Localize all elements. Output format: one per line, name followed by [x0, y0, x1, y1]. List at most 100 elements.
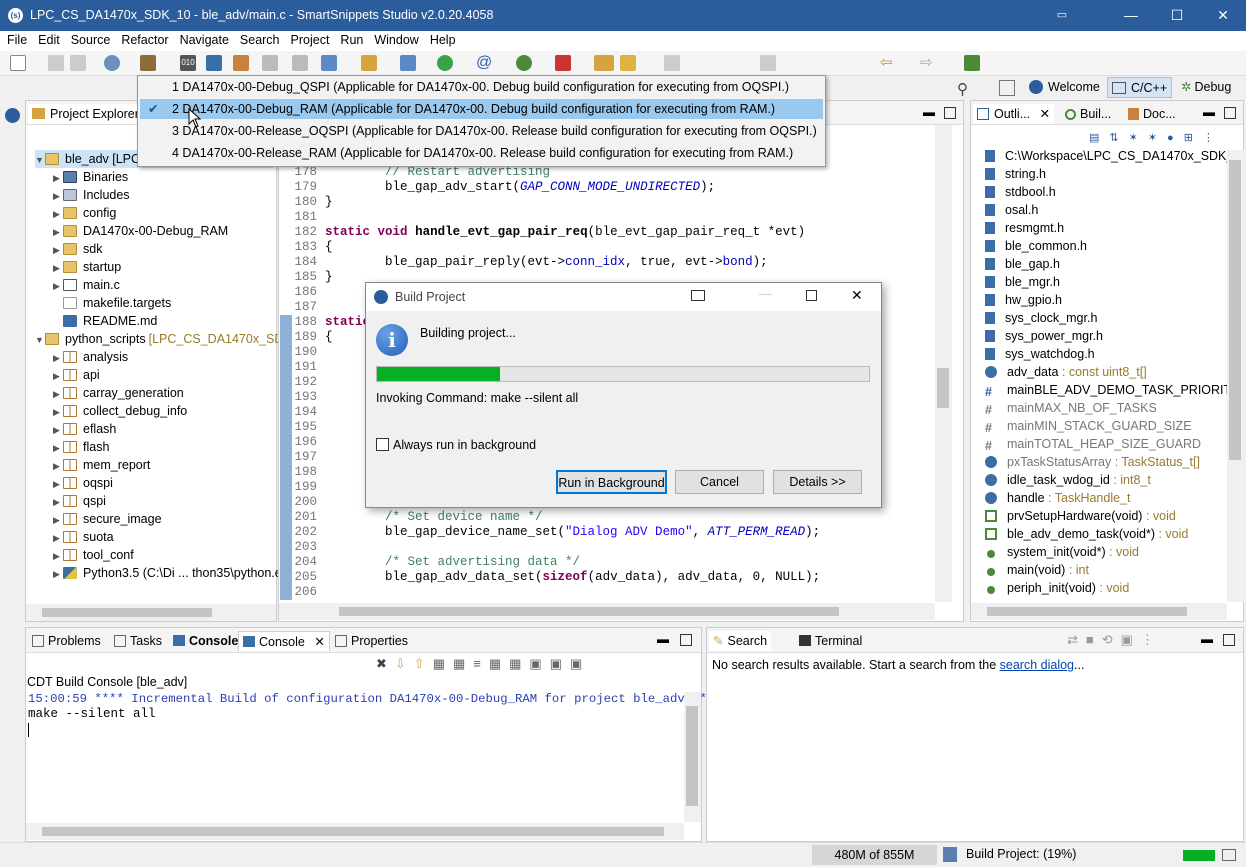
outline-vscroll[interactable]: [1227, 150, 1244, 602]
code-line[interactable]: ble_gap_pair_reply(evt->conn_idx, true, …: [325, 255, 768, 269]
code-line[interactable]: ble_gap_adv_start(GAP_CONN_MODE_UNDIRECT…: [325, 180, 715, 194]
code-line[interactable]: }: [325, 195, 333, 209]
run-icon[interactable]: [437, 55, 453, 71]
tree-item-python-scripts[interactable]: ▼ python_scripts [LPC_CS_DA1470x_SDK_: [35, 330, 299, 348]
side-welcome-icon[interactable]: [5, 108, 20, 123]
debug-tool-icon[interactable]: [262, 55, 278, 71]
console-icon[interactable]: [206, 55, 222, 71]
new-folder-icon[interactable]: [361, 55, 377, 71]
menu-help[interactable]: Help: [423, 31, 460, 47]
outline-item[interactable]: handle : TaskHandle_t: [985, 489, 1130, 507]
outline-item[interactable]: periph_init(void) : void: [985, 579, 1129, 597]
open-perspective-icon[interactable]: [999, 80, 1015, 96]
heap-status[interactable]: 480M of 855M: [812, 845, 937, 865]
menu-source[interactable]: Source: [64, 31, 115, 47]
tree-item-collect-debug-info[interactable]: ▶ collect_debug_info: [53, 402, 187, 420]
tree-item-binaries[interactable]: ▶ Binaries: [53, 168, 128, 186]
outline-hscroll-thumb[interactable]: [987, 607, 1187, 616]
tree-item-tool-conf[interactable]: ▶ tool_conf: [53, 546, 134, 564]
menu-run[interactable]: Run: [333, 31, 367, 47]
stop-icon[interactable]: [555, 55, 571, 71]
outline-item[interactable]: ble_common.h: [985, 237, 1087, 255]
search-maximize-icon[interactable]: [1223, 634, 1235, 646]
expand-arrow-icon[interactable]: ▶: [53, 421, 63, 439]
expand-arrow-icon[interactable]: ▶: [53, 511, 63, 529]
expand-arrow-icon[interactable]: ▶: [53, 547, 63, 565]
collapse-arrow-icon[interactable]: ▼: [35, 151, 45, 169]
collapse-arrow-icon[interactable]: ▼: [35, 331, 45, 349]
outline-item[interactable]: ble_adv_demo_task(void*) : void: [985, 525, 1188, 543]
tab-console-2[interactable]: Console ✕: [238, 631, 330, 651]
code-line[interactable]: }: [325, 270, 333, 284]
tree-item-flash[interactable]: ▶ flash: [53, 438, 109, 456]
tab-search[interactable]: ✎ Search: [709, 631, 772, 651]
gc-trash-icon[interactable]: [943, 847, 957, 862]
tool-icon[interactable]: [292, 55, 308, 71]
code-line[interactable]: {: [325, 330, 333, 344]
editor-hscroll-thumb[interactable]: [339, 607, 839, 616]
expand-arrow-icon[interactable]: ▶: [53, 565, 63, 583]
save-all-icon[interactable]: [70, 55, 86, 71]
console-hscroll-thumb[interactable]: [42, 827, 664, 836]
tree-item-secure-image[interactable]: ▶ secure_image: [53, 510, 162, 528]
outline-item[interactable]: sys_power_mgr.h: [985, 327, 1103, 345]
editor-hscroll[interactable]: [279, 603, 935, 620]
tree-item-analysis[interactable]: ▶ analysis: [53, 348, 128, 366]
outline-item[interactable]: stdbool.h: [985, 183, 1056, 201]
pin-editor-icon[interactable]: [964, 55, 980, 71]
clear-console-icon[interactable]: ✖: [376, 656, 395, 671]
code-line[interactable]: {: [325, 240, 333, 254]
tab-console-1[interactable]: Console: [169, 631, 242, 651]
code-line[interactable]: /* Set advertising data */: [325, 555, 580, 569]
tree-item-sdk[interactable]: ▶ sdk: [53, 240, 102, 258]
menu-refactor[interactable]: Refactor: [114, 31, 172, 47]
outline-item[interactable]: # mainTOTAL_HEAP_SIZE_GUARD: [985, 435, 1201, 453]
outline-item[interactable]: prvSetupHardware(void) : void: [985, 507, 1176, 525]
tree-item-api[interactable]: ▶ api: [53, 366, 100, 384]
project-explorer-hscroll-thumb[interactable]: [42, 608, 212, 617]
code-line[interactable]: // Restart advertising: [325, 165, 550, 179]
expand-arrow-icon[interactable]: ▶: [53, 241, 63, 259]
menu-search[interactable]: Search: [233, 31, 284, 47]
expand-arrow-icon[interactable]: ▶: [53, 349, 63, 367]
outline-maximize-icon[interactable]: [1224, 107, 1236, 119]
code-line[interactable]: /* Set device name */: [325, 510, 543, 524]
tree-item-python3-5-c-di-thon35-python-e[interactable]: ▶ Python3.5 (C:\Di ... thon35\python.e: [53, 564, 282, 582]
menu-project[interactable]: Project: [284, 31, 334, 47]
outline-item[interactable]: # mainBLE_ADV_DEMO_TASK_PRIORITY: [985, 381, 1239, 399]
outline-item[interactable]: # mainMAX_NB_OF_TASKS: [985, 399, 1157, 417]
new-icon[interactable]: [10, 55, 26, 71]
tab-tasks[interactable]: Tasks: [110, 631, 166, 651]
expand-arrow-icon[interactable]: ▶: [53, 493, 63, 511]
console-close-icon[interactable]: ✕: [314, 635, 324, 649]
details-button[interactable]: Details >>: [773, 470, 862, 494]
search-toolbar[interactable]: ⇄■⟲▣⋮: [1067, 632, 1162, 648]
perspective-welcome[interactable]: Welcome: [1025, 77, 1104, 98]
tree-item-mem-report[interactable]: ▶ mem_report: [53, 456, 150, 474]
outline-toolbar[interactable]: ▤⇅✶✶●⊞⋮: [1089, 131, 1239, 147]
outline-item[interactable]: # mainMIN_STACK_GUARD_SIZE: [985, 417, 1192, 435]
expand-arrow-icon[interactable]: ▶: [53, 259, 63, 277]
outline-hscroll[interactable]: [971, 603, 1227, 620]
new-class-icon[interactable]: [321, 55, 337, 71]
console-minimize-icon[interactable]: ▬: [657, 632, 669, 646]
build-hammer-icon[interactable]: [140, 55, 156, 71]
outline-item[interactable]: system_init(void*) : void: [985, 543, 1139, 561]
tab-project-explorer[interactable]: Project Explorer: [28, 104, 143, 124]
dialog-minimize-button[interactable]: —: [759, 287, 772, 301]
outline-item[interactable]: ble_gap.h: [985, 255, 1060, 273]
code-line[interactable]: static void handle_evt_gap_pair_req(ble_…: [325, 225, 805, 239]
outline-minimize-icon[interactable]: ▬: [1203, 105, 1215, 119]
outline-item[interactable]: adv_data : const uint8_t[]: [985, 363, 1147, 381]
minimize-button[interactable]: —: [1108, 0, 1154, 31]
tree-item-da1470x-00-debug-ram[interactable]: ▶ DA1470x-00-Debug_RAM: [53, 222, 228, 240]
cancel-button[interactable]: Cancel: [675, 470, 764, 494]
expand-arrow-icon[interactable]: ▶: [53, 529, 63, 547]
build-config-item-4[interactable]: 4 DA1470x-00-Release_RAM (Applicable for…: [140, 143, 823, 163]
expand-arrow-icon[interactable]: ▶: [53, 385, 63, 403]
outline-item[interactable]: pxTaskStatusArray : TaskStatus_t[]: [985, 453, 1200, 471]
expand-arrow-icon[interactable]: ▶: [53, 169, 63, 187]
magic-icon[interactable]: [620, 55, 636, 71]
menu-file[interactable]: File: [0, 31, 31, 47]
next-annotation-icon[interactable]: [760, 55, 776, 71]
